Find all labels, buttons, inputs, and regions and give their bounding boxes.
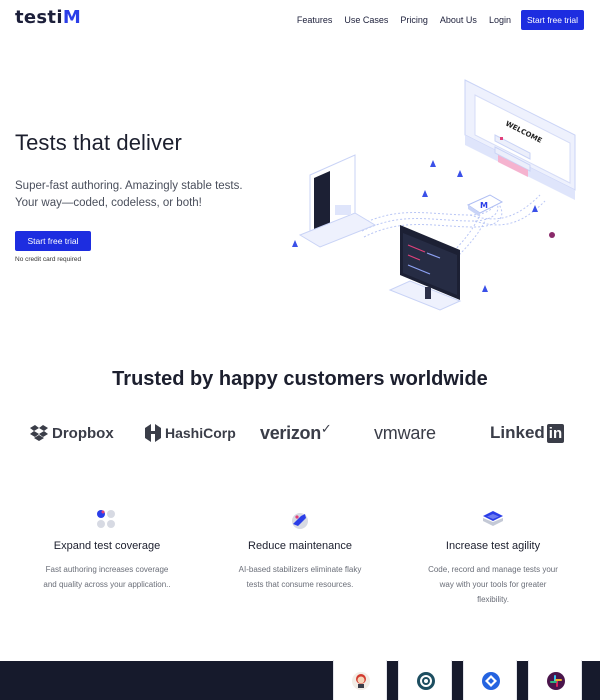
header-start-trial-button[interactable]: Start free trial: [520, 10, 584, 30]
hashicorp-icon: [145, 424, 161, 442]
verizon-logo: verizon ✓: [260, 418, 332, 448]
dropbox-logo: Dropbox: [30, 418, 114, 448]
hero-subtitle-line1: Super-fast authoring. Amazingly stable t…: [15, 180, 243, 192]
linkedin-in-icon: in: [546, 423, 565, 443]
feature-title: Increase test agility: [445, 540, 541, 552]
nav-features[interactable]: Features: [297, 15, 333, 25]
linkedin-wordmark: Linked: [490, 423, 545, 442]
integration-card-circleci[interactable]: [398, 660, 452, 700]
verizon-wordmark: verizon: [260, 422, 321, 443]
svg-text:M: M: [480, 201, 488, 210]
welcome-panel-graphic: WELCOME: [464, 79, 576, 200]
hero-title: Tests that deliver: [15, 130, 182, 155]
hero-subtitle: Super-fast authoring. Amazingly stable t…: [15, 178, 275, 212]
feature-increase-agility: Increase test agility Code, record and m…: [398, 508, 588, 607]
dropbox-wordmark: Dropbox: [52, 424, 114, 442]
nav-use-cases[interactable]: Use Cases: [344, 15, 388, 25]
trusted-title: Trusted by happy customers worldwide: [112, 368, 488, 390]
monitor-graphic: [388, 225, 462, 311]
coverage-icon: [97, 510, 115, 528]
jira-icon: [482, 672, 500, 690]
integration-card-slack[interactable]: [528, 660, 582, 700]
hero-start-trial-button[interactable]: Start free trial: [15, 231, 91, 251]
integration-card-jira[interactable]: [463, 660, 517, 700]
hero-subtitle-line2: Your way—coded, codeless, or both!: [15, 197, 202, 209]
integration-card-jenkins[interactable]: [333, 660, 387, 700]
feature-reduce-maintenance: Reduce maintenance AI-based stabilizers …: [205, 508, 395, 592]
nav-pricing[interactable]: Pricing: [400, 15, 428, 25]
main-nav: Features Use Cases Pricing About Us Logi…: [285, 10, 584, 30]
hashicorp-logo: HashiCorp: [145, 418, 236, 448]
feature-text: AI-based stabilizers eliminate flaky tes…: [238, 565, 362, 589]
feature-text: Code, record and manage tests your way w…: [428, 565, 558, 604]
no-credit-card-note: No credit card required: [15, 256, 82, 263]
check-icon: ✓: [320, 421, 332, 436]
jenkins-icon: [352, 672, 370, 690]
agility-icon: [483, 511, 503, 526]
feature-text: Fast authoring increases coverage and qu…: [43, 565, 171, 589]
feature-title: Expand test coverage: [53, 540, 161, 552]
vmware-logo: vmware: [374, 422, 436, 443]
nav-about-us[interactable]: About Us: [440, 15, 477, 25]
hero-illustration: WELCOME M: [292, 79, 576, 311]
feature-title: Reduce maintenance: [248, 540, 352, 552]
nav-login[interactable]: Login: [489, 15, 511, 25]
feature-expand-coverage: Expand test coverage Fast authoring incr…: [12, 508, 202, 592]
circleci-icon: [417, 672, 435, 690]
dropbox-icon: [30, 425, 48, 441]
hashicorp-wordmark: HashiCorp: [165, 425, 236, 441]
laptop-graphic: [298, 154, 377, 248]
customer-logos: Dropbox HashiCorp verizon ✓ vmware Linke…: [0, 418, 600, 448]
maintenance-icon: [292, 513, 308, 529]
slack-icon: [547, 672, 565, 690]
site-header: testiM Features Use Cases Pricing About …: [0, 0, 600, 40]
linkedin-logo: Linked in: [490, 418, 565, 448]
testim-logo[interactable]: testiM: [15, 7, 81, 28]
